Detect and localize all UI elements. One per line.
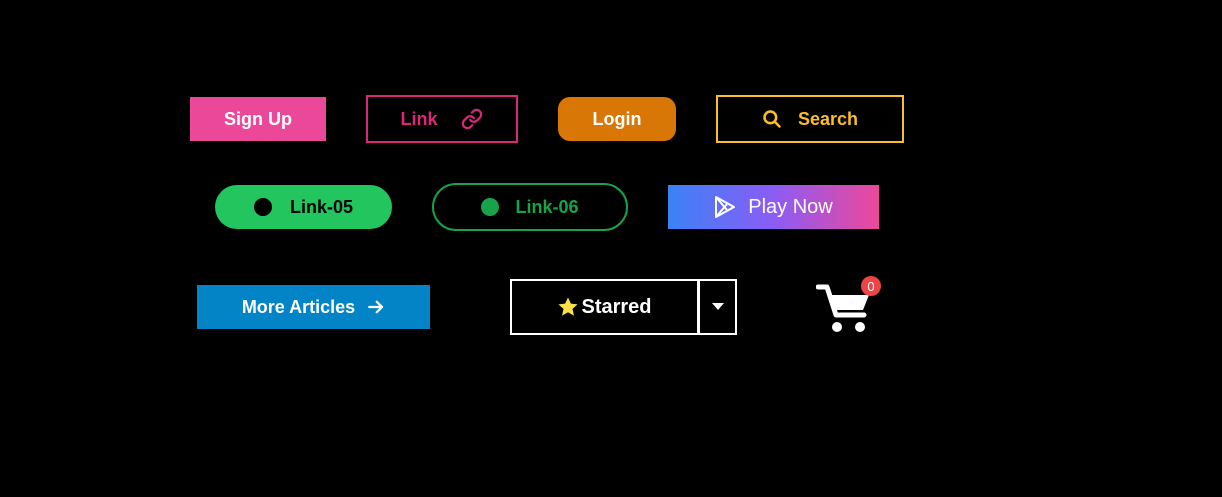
link-06-button[interactable]: Link-06 <box>432 183 628 231</box>
starred-split-button: Starred <box>510 279 737 335</box>
link-05-label: Link-05 <box>289 196 354 217</box>
play-now-button[interactable]: Play Now <box>668 185 879 229</box>
link-05-button[interactable]: Link-05 <box>215 185 392 229</box>
search-label: Search <box>797 108 859 129</box>
search-icon <box>762 109 782 129</box>
more-articles-button[interactable]: More Articles <box>197 285 430 329</box>
dot-icon <box>481 198 500 216</box>
play-store-icon <box>714 195 736 219</box>
play-now-label: Play Now <box>748 195 833 218</box>
login-label: Login <box>592 108 642 129</box>
cart-count-badge: 0 <box>861 276 881 296</box>
caret-down-icon <box>711 303 724 311</box>
starred-dropdown-toggle[interactable] <box>697 279 737 335</box>
starred-label: Starred <box>581 295 652 318</box>
sign-up-button[interactable]: Sign Up <box>190 97 326 141</box>
link-icon <box>460 108 484 130</box>
search-button[interactable]: Search <box>716 95 904 143</box>
star-icon <box>557 296 579 318</box>
link-label: Link <box>400 108 438 129</box>
more-articles-label: More Articles <box>241 296 356 317</box>
button-showcase: Sign Up Link Login Search Link-05 Link-0… <box>0 0 1222 497</box>
cart-button[interactable]: 0 <box>816 276 882 332</box>
login-button[interactable]: Login <box>558 97 676 141</box>
link-06-label: Link-06 <box>515 196 579 217</box>
arrow-right-icon <box>367 298 385 316</box>
dot-icon <box>253 198 272 216</box>
sign-up-label: Sign Up <box>224 108 292 129</box>
link-button[interactable]: Link <box>366 95 518 143</box>
starred-button[interactable]: Starred <box>510 279 699 335</box>
